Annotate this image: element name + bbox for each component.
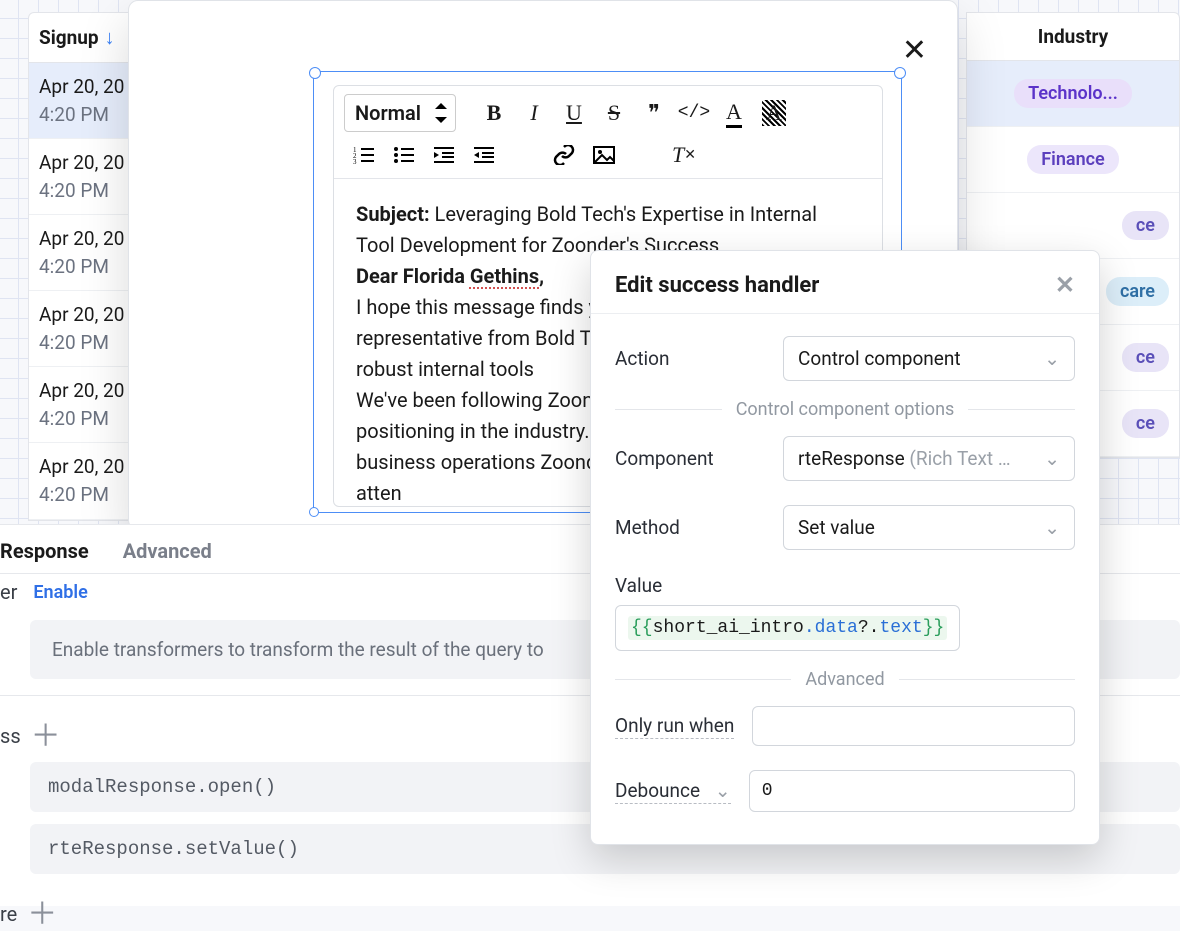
advanced-divider: Advanced [615, 669, 1075, 690]
editor-toolbar: Normal B I U S ❞ </> A A 123 [334, 86, 882, 179]
table-row[interactable]: Technolo... [967, 61, 1179, 127]
popover-title: Edit success handler [615, 273, 819, 298]
close-popover-button[interactable]: ✕ [1055, 271, 1075, 299]
success-handlers-label-fragment: ss [0, 724, 21, 748]
bullet-list-icon[interactable] [384, 138, 424, 172]
text-highlight-icon[interactable]: A [754, 96, 794, 130]
chevron-down-icon[interactable]: ⌄ [715, 779, 731, 802]
only-run-when-label: Only run when [615, 714, 734, 739]
chevron-down-icon: ⌄ [1044, 347, 1060, 370]
action-label: Action [615, 347, 765, 370]
bold-icon[interactable]: B [474, 96, 514, 130]
sort-descending-icon[interactable]: ↓ [105, 25, 115, 50]
tab-response[interactable]: Response [0, 539, 89, 563]
image-icon[interactable] [584, 138, 624, 172]
table-row[interactable]: Finance [967, 127, 1179, 193]
add-failure-handler-button[interactable]: ＋ [27, 900, 55, 928]
industry-badge: Technolo... [1014, 79, 1132, 108]
options-divider: Control component options [615, 399, 1075, 420]
text-color-icon[interactable]: A [714, 96, 754, 130]
indent-icon[interactable] [464, 138, 504, 172]
edit-success-handler-popover: Edit success handler ✕ Action Control co… [590, 250, 1100, 845]
industry-badge: ce [1122, 343, 1169, 372]
action-select[interactable]: Control component ⌄ [783, 336, 1075, 381]
strikethrough-icon[interactable]: S [594, 96, 634, 130]
enable-transformers-link[interactable]: Enable [33, 582, 87, 603]
greeting: Dear Florida Gethins, [356, 264, 544, 288]
close-modal-button[interactable]: ✕ [902, 36, 927, 66]
value-code: {{short_ai_intro.data?.text}} [628, 616, 947, 640]
debounce-input[interactable]: 0 [749, 770, 1075, 812]
industry-header-label: Industry [1038, 25, 1108, 48]
component-select[interactable]: rteResponse (Rich Text … ⌄ [783, 436, 1075, 481]
industry-badge: ce [1122, 409, 1169, 438]
debounce-label: Debounce ⌄ [615, 779, 731, 804]
signup-header-label: Signup [39, 26, 99, 49]
clear-format-icon[interactable]: T✕ [664, 138, 704, 172]
outdent-icon[interactable] [424, 138, 464, 172]
only-run-when-input[interactable] [752, 706, 1075, 746]
svg-text:3: 3 [353, 158, 357, 164]
industry-badge: ce [1122, 211, 1169, 240]
industry-column-header[interactable]: Industry [967, 13, 1179, 61]
italic-icon[interactable]: I [514, 96, 554, 130]
add-success-handler-button[interactable]: ＋ [31, 722, 59, 750]
subject-label: Subject: [356, 202, 430, 226]
ordered-list-icon[interactable]: 123 [344, 138, 384, 172]
value-input[interactable]: {{short_ai_intro.data?.text}} [615, 605, 960, 651]
chevron-down-icon: ⌄ [1044, 447, 1060, 470]
method-label: Method [615, 516, 765, 539]
blockquote-icon[interactable]: ❞ [634, 96, 674, 130]
method-select[interactable]: Set value ⌄ [783, 505, 1075, 550]
transformer-label-fragment: er [0, 580, 17, 604]
format-select[interactable]: Normal [344, 94, 456, 132]
link-icon[interactable] [544, 138, 584, 172]
chevron-down-icon: ⌄ [1044, 516, 1060, 539]
component-label: Component [615, 447, 765, 470]
industry-badge: Finance [1027, 145, 1118, 174]
underline-icon[interactable]: U [554, 96, 594, 130]
value-label: Value [615, 574, 662, 597]
industry-badge: care [1106, 277, 1169, 306]
tab-advanced[interactable]: Advanced [123, 539, 212, 563]
code-block-icon[interactable]: </> [674, 96, 714, 130]
